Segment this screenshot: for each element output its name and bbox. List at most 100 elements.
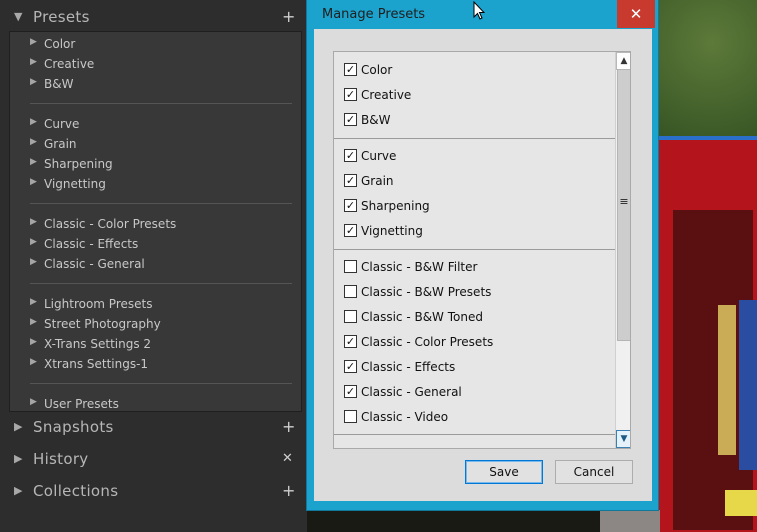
preset-checkbox-row[interactable]: Classic - Video — [344, 407, 604, 427]
scroll-down-button[interactable]: ▼ — [616, 430, 630, 448]
checkbox-checked[interactable]: ✓ — [344, 149, 357, 162]
close-button[interactable]: ✕ — [617, 0, 655, 28]
preset-folder-item[interactable]: ▶ Color — [10, 34, 290, 54]
preset-folder-item[interactable]: ▶ Vignetting — [10, 174, 290, 194]
group-divider — [30, 283, 292, 284]
triangle-right-icon: ▶ — [30, 177, 37, 187]
checkbox-checked[interactable]: ✓ — [344, 113, 357, 126]
preset-checkbox-row[interactable]: ✓ Curve — [344, 146, 604, 166]
preset-folder-item[interactable]: ▶ Sharpening — [10, 154, 290, 174]
preset-folder-label: Street Photography — [44, 317, 161, 331]
checkbox-checked[interactable]: ✓ — [344, 360, 357, 373]
checkbox-unchecked[interactable] — [344, 410, 357, 423]
preset-checkbox-row[interactable]: ✓ Color — [344, 60, 604, 80]
preset-folder-item[interactable]: ▶ Classic - Effects — [10, 234, 290, 254]
plus-icon[interactable]: + — [282, 481, 295, 500]
group-divider — [334, 138, 615, 139]
checkbox-checked[interactable]: ✓ — [344, 63, 357, 76]
preset-checkbox-label: Classic - B&W Presets — [361, 285, 492, 299]
group-divider — [334, 249, 615, 250]
preset-checkbox-label: Classic - B&W Toned — [361, 310, 483, 324]
preset-folder-label: Classic - Color Presets — [44, 217, 177, 231]
checkbox-checked[interactable]: ✓ — [344, 174, 357, 187]
preset-folder-item[interactable]: ▶ Curve — [10, 114, 290, 134]
preset-checkbox-label: Grain — [361, 174, 394, 188]
photo-detail — [725, 490, 757, 516]
preset-folder-item[interactable]: ▶ Grain — [10, 134, 290, 154]
snapshots-panel-header[interactable]: ▶ Snapshots + — [0, 412, 307, 443]
collections-title: Collections — [33, 482, 119, 500]
cancel-button[interactable]: Cancel — [555, 460, 633, 484]
chevron-down-icon: ▼ — [620, 434, 628, 444]
preset-folder-item[interactable]: ▶ Lightroom Presets — [10, 294, 290, 314]
preset-checkbox-label: Classic - Video — [361, 410, 449, 424]
preset-checkbox-label: Classic - Effects — [361, 360, 456, 374]
preset-checkbox-label: B&W — [361, 113, 391, 127]
close-icon: ✕ — [629, 5, 643, 23]
preset-checkbox-label: Classic - Color Presets — [361, 335, 494, 349]
preset-folder-item[interactable]: ▶ Xtrans Settings-1 — [10, 354, 290, 374]
preset-checkbox-row[interactable]: ✓ Classic - General — [344, 382, 604, 402]
triangle-right-icon: ▶ — [30, 77, 37, 87]
preset-checkbox-label: Classic - B&W Filter — [361, 260, 478, 274]
checkbox-checked[interactable]: ✓ — [344, 335, 357, 348]
preset-checkbox-row[interactable]: Classic - B&W Filter — [344, 257, 604, 277]
triangle-right-icon: ▶ — [30, 397, 37, 407]
preset-checkbox-row[interactable]: ✓ Classic - Effects — [344, 357, 604, 377]
save-button[interactable]: Save — [465, 460, 543, 484]
preset-checkbox-row[interactable]: ✓ Creative — [344, 85, 604, 105]
plus-icon[interactable]: + — [282, 7, 295, 26]
checkbox-checked[interactable]: ✓ — [344, 224, 357, 237]
collections-panel-header[interactable]: ▶ Collections + — [0, 476, 307, 507]
triangle-down-icon: ▼ — [14, 10, 23, 23]
preset-checkbox-row[interactable]: Classic - B&W Presets — [344, 282, 604, 302]
close-icon[interactable]: ✕ — [282, 451, 293, 466]
preset-folder-item[interactable]: ▶ Creative — [10, 54, 290, 74]
scroll-thumb[interactable]: ≡ — [617, 69, 630, 341]
triangle-right-icon: ▶ — [14, 484, 23, 497]
preset-folder-item[interactable]: ▶ Classic - Color Presets — [10, 214, 290, 234]
chevron-up-icon: ▲ — [620, 56, 628, 66]
left-panel: ▼ Presets + ▶ Color ▶ Creative ▶ B&W ▶ Curve ▶ Gr… — [0, 0, 307, 532]
preset-folder-item[interactable]: ▶ User Presets — [10, 394, 290, 411]
checkbox-unchecked[interactable] — [344, 260, 357, 273]
preset-folder-item[interactable]: ▶ Classic - General — [10, 254, 290, 274]
checkbox-checked[interactable]: ✓ — [344, 199, 357, 212]
preset-folder-label: Curve — [44, 117, 80, 131]
preset-folder-label: User Presets — [44, 397, 119, 411]
checkbox-checked[interactable]: ✓ — [344, 385, 357, 398]
scroll-up-button[interactable]: ▲ — [616, 52, 630, 70]
checkbox-checked[interactable]: ✓ — [344, 88, 357, 101]
preset-checkbox-row[interactable]: ✓ Sharpening — [344, 196, 604, 216]
history-panel-header[interactable]: ▶ History ✕ — [0, 444, 307, 475]
preset-folder-item[interactable]: ▶ Street Photography — [10, 314, 290, 334]
presets-panel-header[interactable]: ▼ Presets + — [0, 2, 307, 33]
triangle-right-icon: ▶ — [30, 117, 37, 127]
snapshots-title: Snapshots — [33, 418, 114, 436]
preset-checkbox-row[interactable]: Classic - B&W Toned — [344, 307, 604, 327]
preset-checkbox-label: Curve — [361, 149, 397, 163]
checkbox-unchecked[interactable] — [344, 310, 357, 323]
photo-detail — [653, 140, 757, 532]
preset-folder-item[interactable]: ▶ X-Trans Settings 2 — [10, 334, 290, 354]
triangle-right-icon: ▶ — [30, 157, 37, 167]
preset-checkbox-label: Classic - General — [361, 385, 462, 399]
dialog-body: ✓ Color ✓ Creative ✓ B&W ✓ Curve ✓ Grain ✓ Sharpeni… — [314, 29, 652, 501]
photo-detail — [600, 510, 660, 532]
scrollbar[interactable]: ▲ ≡ ▼ — [615, 52, 630, 448]
preset-checkbox-row[interactable]: ✓ Vignetting — [344, 221, 604, 241]
preset-folder-label: B&W — [44, 77, 74, 91]
photo-detail — [739, 300, 757, 470]
preset-folder-item[interactable]: ▶ B&W — [10, 74, 290, 94]
preset-checkbox-label: Sharpening — [361, 199, 430, 213]
triangle-right-icon: ▶ — [30, 297, 37, 307]
checkbox-unchecked[interactable] — [344, 285, 357, 298]
triangle-right-icon: ▶ — [30, 237, 37, 247]
preset-checkbox-row[interactable]: ✓ B&W — [344, 110, 604, 130]
group-divider — [30, 103, 292, 104]
preset-checkbox-row[interactable]: ✓ Grain — [344, 171, 604, 191]
group-divider — [30, 383, 292, 384]
preset-folder-label: Classic - General — [44, 257, 145, 271]
preset-checkbox-row[interactable]: ✓ Classic - Color Presets — [344, 332, 604, 352]
plus-icon[interactable]: + — [282, 417, 295, 436]
